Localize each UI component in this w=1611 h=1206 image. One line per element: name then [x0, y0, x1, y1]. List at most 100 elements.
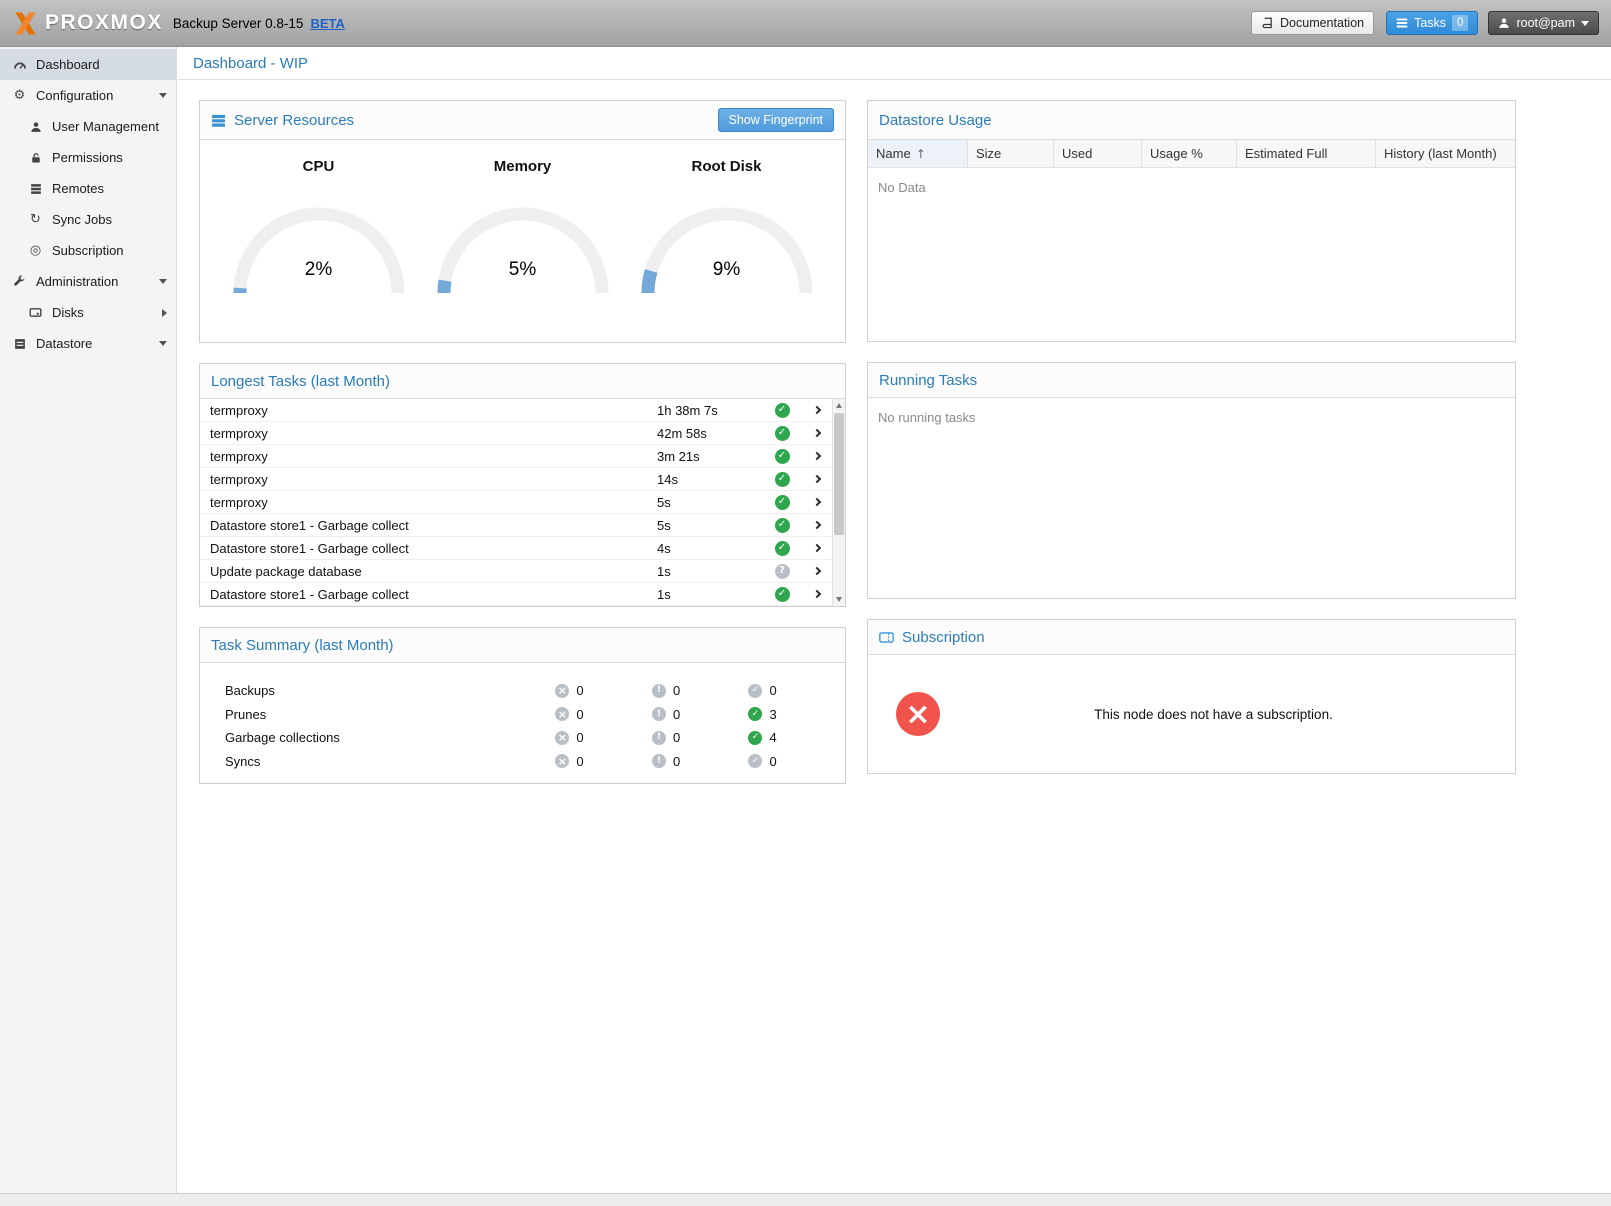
task-row[interactable]: termproxy 3m 21s	[200, 445, 832, 468]
gears-icon: ⚙	[12, 88, 27, 103]
task-status-icon	[775, 495, 790, 510]
scroll-up-icon[interactable]	[833, 399, 845, 412]
task-list-icon	[1396, 17, 1408, 29]
column-header-estimated-full[interactable]: Estimated Full	[1237, 140, 1376, 167]
task-open-chevron-icon[interactable]	[802, 430, 832, 436]
sidebar-item-configuration[interactable]: ⚙ Configuration	[0, 80, 176, 111]
task-summary-panel: Task Summary (last Month) Backups 0 0 0 …	[199, 627, 846, 784]
panel-title: Longest Tasks (last Month)	[211, 373, 390, 390]
summary-label: Prunes	[225, 707, 555, 722]
task-open-chevron-icon[interactable]	[802, 545, 832, 551]
task-row[interactable]: Datastore store1 - Garbage collect 1s	[200, 583, 832, 606]
column-header-history[interactable]: History (last Month)	[1376, 140, 1515, 167]
user-menu-button[interactable]: root@pam	[1488, 11, 1599, 35]
sort-asc-icon: ↑	[916, 147, 926, 161]
task-row[interactable]: termproxy 14s	[200, 468, 832, 491]
no-running-tasks-text: No running tasks	[868, 398, 1515, 437]
task-row[interactable]: Datastore store1 - Garbage collect 5s	[200, 514, 832, 537]
scrollbar[interactable]	[832, 399, 845, 606]
task-open-chevron-icon[interactable]	[802, 522, 832, 528]
ok-count-icon	[748, 684, 762, 698]
main-content: Dashboard - WIP Server Resources Show Fi…	[178, 47, 1611, 1193]
task-open-chevron-icon[interactable]	[802, 453, 832, 459]
sidebar-item-label: User Management	[52, 119, 159, 134]
task-open-chevron-icon[interactable]	[802, 591, 832, 597]
sidebar-item-label: Sync Jobs	[52, 212, 112, 227]
error-count-icon	[555, 707, 569, 721]
sidebar-item-dashboard[interactable]: Dashboard	[0, 49, 176, 80]
task-summary-body: Backups 0 0 0 Prunes 0 0 3 Garbage colle…	[200, 663, 845, 783]
sidebar-item-label: Administration	[36, 274, 118, 289]
sidebar-item-datastore[interactable]: Datastore	[0, 328, 176, 359]
task-status-icon	[775, 472, 790, 487]
sync-refresh-icon: ↻	[28, 212, 43, 227]
datastore-icon	[12, 338, 27, 350]
no-subscription-x-icon: ×	[896, 692, 940, 736]
sidebar-item-label: Remotes	[52, 181, 104, 196]
panel-title: Task Summary (last Month)	[211, 637, 394, 654]
server-resources-panel: Server Resources Show Fingerprint CPU 2%	[199, 100, 846, 343]
chevron-down-icon[interactable]	[159, 279, 167, 284]
error-count-icon	[555, 754, 569, 768]
task-open-chevron-icon[interactable]	[802, 476, 832, 482]
task-name: termproxy	[210, 449, 657, 464]
subscription-header: Subscription	[868, 620, 1515, 655]
running-tasks-header: Running Tasks	[868, 363, 1515, 398]
tasks-button[interactable]: Tasks 0	[1386, 11, 1478, 35]
page-title: Dashboard - WIP	[193, 55, 308, 72]
task-duration: 5s	[657, 495, 762, 510]
column-header-name[interactable]: Name↑	[868, 140, 968, 167]
task-duration: 1s	[657, 564, 762, 579]
warning-count: 0	[673, 730, 680, 745]
chevron-down-icon[interactable]	[159, 341, 167, 346]
window-bottom-edge	[0, 1193, 1611, 1206]
sidebar-item-sync-jobs[interactable]: ↻ Sync Jobs	[0, 204, 176, 235]
sidebar-item-label: Permissions	[52, 150, 123, 165]
documentation-button[interactable]: Documentation	[1251, 11, 1374, 35]
task-name: Update package database	[210, 564, 657, 579]
sidebar-item-label: Configuration	[36, 88, 113, 103]
sidebar-item-permissions[interactable]: Permissions	[0, 142, 176, 173]
sidebar-item-user-management[interactable]: User Management	[0, 111, 176, 142]
sidebar-item-remotes[interactable]: Remotes	[0, 173, 176, 204]
summary-row: Backups 0 0 0	[200, 679, 845, 703]
panel-title: Datastore Usage	[879, 112, 992, 129]
life-ring-icon: ◎	[28, 243, 43, 258]
task-row[interactable]: Datastore store1 - Garbage collect 4s	[200, 537, 832, 560]
column-header-usage-pct[interactable]: Usage %	[1142, 140, 1237, 167]
show-fingerprint-button[interactable]: Show Fingerprint	[718, 108, 835, 132]
column-header-used[interactable]: Used	[1054, 140, 1142, 167]
panel-title: Server Resources	[234, 112, 354, 129]
user-icon	[1498, 17, 1510, 29]
sidebar-item-disks[interactable]: Disks	[0, 297, 176, 328]
ok-count-icon	[748, 731, 762, 745]
task-open-chevron-icon[interactable]	[802, 568, 832, 574]
task-status-icon	[775, 403, 790, 418]
scrollbar-thumb[interactable]	[834, 413, 844, 535]
task-row[interactable]: termproxy 5s	[200, 491, 832, 514]
task-row[interactable]: Update package database 1s	[200, 560, 832, 583]
chevron-down-icon[interactable]	[159, 93, 167, 98]
scroll-down-icon[interactable]	[833, 593, 845, 606]
sidebar-item-subscription[interactable]: ◎ Subscription	[0, 235, 176, 266]
page-header: Dashboard - WIP	[178, 47, 1611, 80]
task-name: termproxy	[210, 403, 657, 418]
proxmox-logo: PROXMOX	[12, 10, 163, 37]
chevron-right-icon[interactable]	[162, 309, 167, 317]
top-bar: PROXMOX Backup Server 0.8-15 BETA Docume…	[0, 0, 1611, 47]
summary-label: Syncs	[225, 754, 555, 769]
datastore-usage-panel: Datastore Usage Name↑ Size Used Usage % …	[867, 100, 1516, 342]
summary-row: Garbage collections 0 0 4	[200, 726, 845, 750]
task-row[interactable]: termproxy 1h 38m 7s	[200, 399, 832, 422]
task-row[interactable]: termproxy 42m 58s	[200, 422, 832, 445]
column-header-size[interactable]: Size	[968, 140, 1054, 167]
task-name: termproxy	[210, 426, 657, 441]
task-open-chevron-icon[interactable]	[802, 407, 832, 413]
sidebar-item-administration[interactable]: Administration	[0, 266, 176, 297]
task-status-icon	[775, 587, 790, 602]
gauges-row: CPU 2% Memory	[200, 140, 845, 342]
beta-link[interactable]: BETA	[310, 16, 344, 31]
warning-count-icon	[652, 754, 666, 768]
task-open-chevron-icon[interactable]	[802, 499, 832, 505]
cpu-gauge: CPU 2%	[224, 158, 414, 342]
